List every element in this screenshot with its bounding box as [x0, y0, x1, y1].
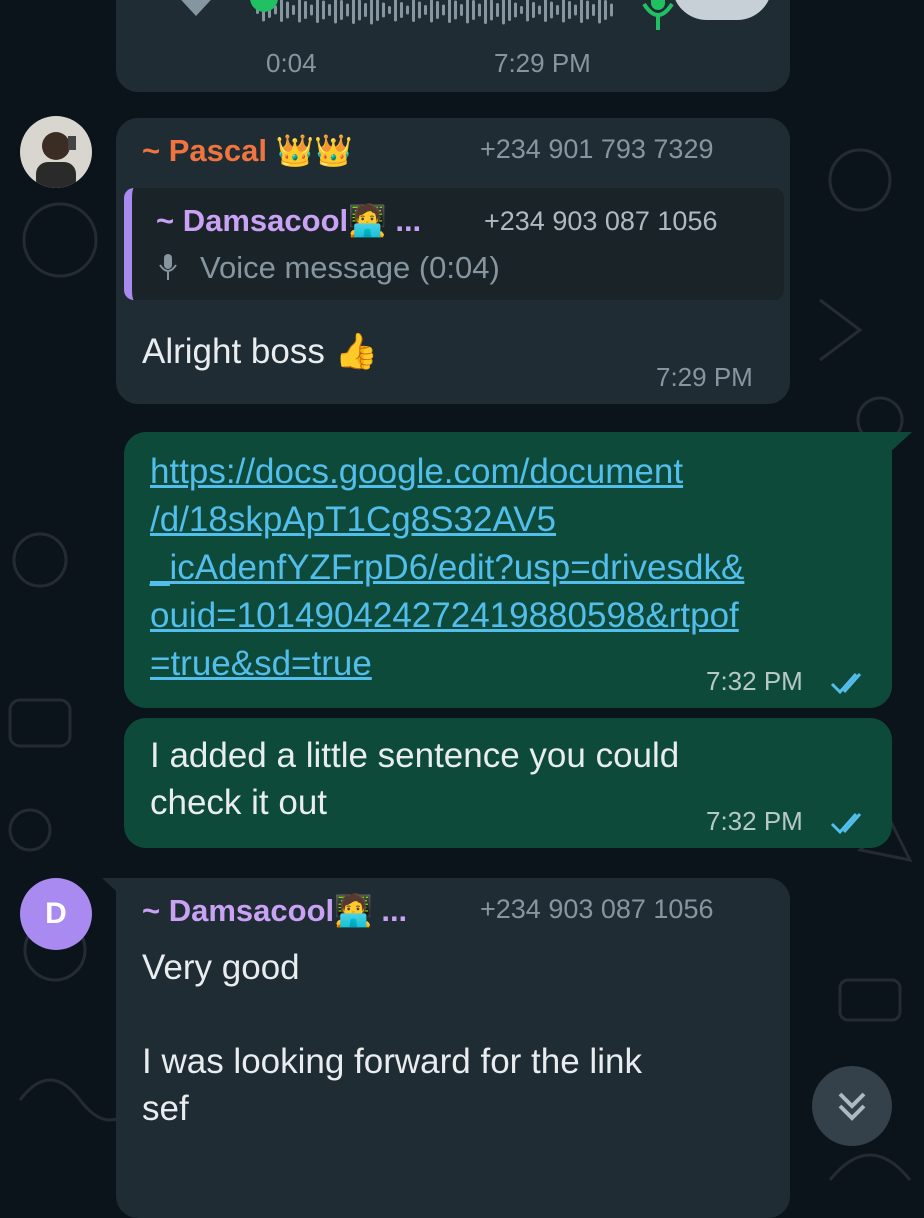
message-added-sentence[interactable]: I added a little sentence you could chec… [124, 718, 892, 848]
waveform-bar [442, 4, 445, 16]
waveform-bar [346, 3, 349, 17]
message-text: I added a little sentence you could chec… [150, 736, 680, 822]
waveform-bar [328, 4, 331, 16]
link-line[interactable]: /d/18skpApT1Cg8S32AV5 [150, 496, 744, 544]
waveform-bar [604, 0, 607, 20]
voice-waveform[interactable] [256, 0, 616, 30]
waveform-bar [538, 5, 541, 15]
link-line[interactable]: https://docs.google.com/document [150, 448, 744, 496]
waveform-bar [304, 1, 307, 19]
waveform-bar [370, 0, 373, 25]
message-text: Alright boss 👍 [142, 332, 379, 371]
waveform-bar [364, 3, 367, 17]
waveform-bar [484, 0, 487, 24]
waveform-bar [310, 4, 313, 16]
waveform-bar [454, 0, 457, 20]
quoted-mic-icon [158, 254, 178, 287]
sender-phone[interactable]: +234 901 793 7329 [480, 134, 713, 165]
waveform-bar [568, 1, 571, 19]
quoted-text: Voice message (0:04) [200, 250, 500, 285]
waveform-bar [502, 0, 505, 25]
waveform-bar [526, 0, 529, 22]
message-time: 7:32 PM [706, 806, 803, 836]
waveform-bar [472, 0, 475, 20]
avatar-damsacool[interactable]: D [20, 878, 92, 950]
waveform-bar [532, 2, 535, 18]
waveform-bar [358, 0, 361, 21]
waveform-bar [448, 0, 451, 23]
waveform-bar [286, 1, 289, 19]
waveform-bar [382, 2, 385, 18]
message-text: Very good I was looking forward for the … [142, 948, 642, 1128]
quoted-sender: ~ Damsacool🧑‍💻 ... [156, 203, 422, 238]
waveform-bar [280, 0, 283, 22]
waveform-bar [394, 0, 397, 22]
waveform-bar [400, 2, 403, 18]
waveform-bar [520, 6, 523, 14]
sender-phone[interactable]: +234 903 087 1056 [480, 894, 713, 925]
message-time: 7:32 PM [706, 666, 803, 696]
bubble-tail [102, 878, 126, 900]
waveform-bar [322, 0, 325, 20]
waveform-bar [466, 0, 469, 24]
waveform-bar [316, 0, 319, 23]
sender-name[interactable]: ~ Pascal 👑👑 [142, 132, 353, 169]
waveform-bar [388, 6, 391, 14]
waveform-bar [334, 0, 337, 24]
waveform-bar [418, 1, 421, 19]
message-link[interactable]: https://docs.google.com/document /d/18sk… [124, 432, 892, 708]
waveform-bar [544, 0, 547, 22]
scroll-down-button[interactable] [812, 1066, 892, 1146]
waveform-bar [586, 0, 589, 20]
link-line[interactable]: ouid=101490424272419880598&rtpof [150, 592, 744, 640]
waveform-bar [508, 0, 511, 21]
avatar-pascal[interactable] [20, 116, 92, 188]
waveform-bar [406, 5, 409, 15]
quoted-phone: +234 903 087 1056 [484, 206, 718, 236]
waveform-bar [598, 0, 601, 24]
quoted-message[interactable]: ~ Damsacool🧑‍💻 ... +234 903 087 1056 Voi… [124, 188, 784, 300]
waveform-bar [424, 5, 427, 15]
waveform-bar [412, 0, 415, 22]
message-pascal[interactable]: ~ Pascal 👑👑 +234 901 793 7329 ~ Damsacoo… [116, 118, 790, 404]
waveform-bar [592, 4, 595, 16]
scroll-down-icon [838, 1092, 866, 1121]
play-icon[interactable] [166, 0, 226, 40]
double-check-icon [830, 673, 862, 695]
voice-time: 7:29 PM [494, 48, 591, 78]
avatar-letter: D [45, 897, 67, 930]
sender-name[interactable]: ~ Damsacool🧑‍💻 ... [142, 892, 407, 929]
waveform-bar [478, 3, 481, 17]
waveform-bar [550, 1, 553, 19]
waveform-bar [580, 0, 583, 23]
waveform-bar [514, 2, 517, 18]
waveform-bar [556, 5, 559, 15]
waveform-bar [436, 1, 439, 19]
bubble-tail [888, 432, 912, 454]
link-line[interactable]: =true&sd=true [150, 640, 744, 688]
mic-icon [638, 0, 678, 39]
waveform-bar [430, 0, 433, 23]
waveform-bar [376, 0, 379, 21]
voice-duration: 0:04 [266, 48, 317, 78]
message-time: 7:29 PM [656, 362, 753, 392]
waveform-bar [496, 3, 499, 17]
message-damsacool[interactable]: ~ Damsacool🧑‍💻 ... +234 903 087 1056 Ver… [116, 878, 790, 1218]
voice-sender-avatar [672, 0, 772, 20]
voice-message-bubble[interactable]: 0:04 7:29 PM [116, 0, 790, 92]
waveform-bar [490, 0, 493, 21]
waveform-bar [340, 0, 343, 20]
double-check-icon [830, 813, 862, 835]
waveform-bar [298, 0, 301, 23]
waveform-bar [574, 4, 577, 16]
waveform-bar [610, 3, 613, 17]
waveform-bar [562, 0, 565, 23]
link-text[interactable]: https://docs.google.com/document /d/18sk… [150, 448, 744, 688]
waveform-bar [292, 5, 295, 15]
waveform-bar [460, 4, 463, 16]
link-line[interactable]: _icAdenfYZFrpD6/edit?usp=drivesdk& [150, 544, 744, 592]
waveform-bar [352, 0, 355, 24]
